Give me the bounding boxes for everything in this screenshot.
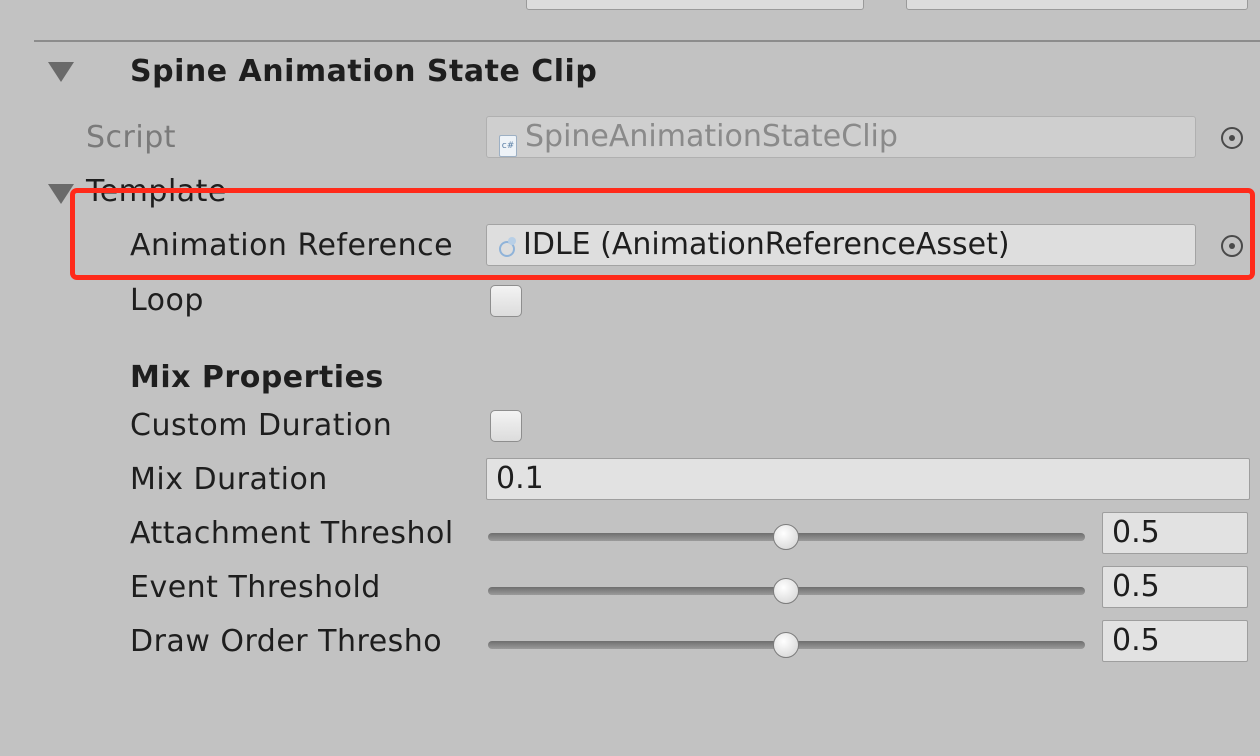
event-threshold-field[interactable]: 0.5 [1102,566,1248,608]
attachment-threshold-field[interactable]: 0.5 [1102,512,1248,554]
mix-duration-field[interactable]: 0.1 [486,458,1250,500]
animation-reference-asset-icon [497,235,519,257]
cs-script-icon: c# [499,135,517,157]
mix-properties-header: Mix Properties [130,360,384,395]
event-threshold-slider-thumb[interactable] [773,578,799,604]
loop-checkbox[interactable] [490,285,522,317]
draw-order-threshold-field[interactable]: 0.5 [1102,620,1248,662]
animation-reference-value: IDLE (AnimationReferenceAsset) [523,227,1010,262]
script-field: c# SpineAnimationStateClip [486,116,1196,158]
loop-label: Loop [130,283,204,318]
object-picker-icon[interactable] [1221,235,1243,257]
previous-field-right[interactable] [906,0,1248,10]
event-threshold-label: Event Threshold [130,570,381,605]
attachment-threshold-slider-thumb[interactable] [773,524,799,550]
script-value: SpineAnimationStateClip [525,119,898,154]
draw-order-threshold-label: Draw Order Thresho [130,624,443,659]
animation-reference-field[interactable]: IDLE (AnimationReferenceAsset) [486,224,1196,266]
separator [34,40,1260,42]
custom-duration-checkbox[interactable] [490,410,522,442]
component-title: Spine Animation State Clip [130,54,598,89]
previous-field-left[interactable] [526,0,864,10]
attachment-threshold-label: Attachment Threshol [130,516,454,551]
draw-order-threshold-slider-thumb[interactable] [773,632,799,658]
mix-duration-label: Mix Duration [130,462,328,497]
animation-reference-label: Animation Reference [130,228,454,263]
script-picker-icon [1221,127,1243,149]
foldout-triangle-icon[interactable] [48,62,74,82]
custom-duration-label: Custom Duration [130,408,393,443]
script-label: Script [86,120,177,155]
